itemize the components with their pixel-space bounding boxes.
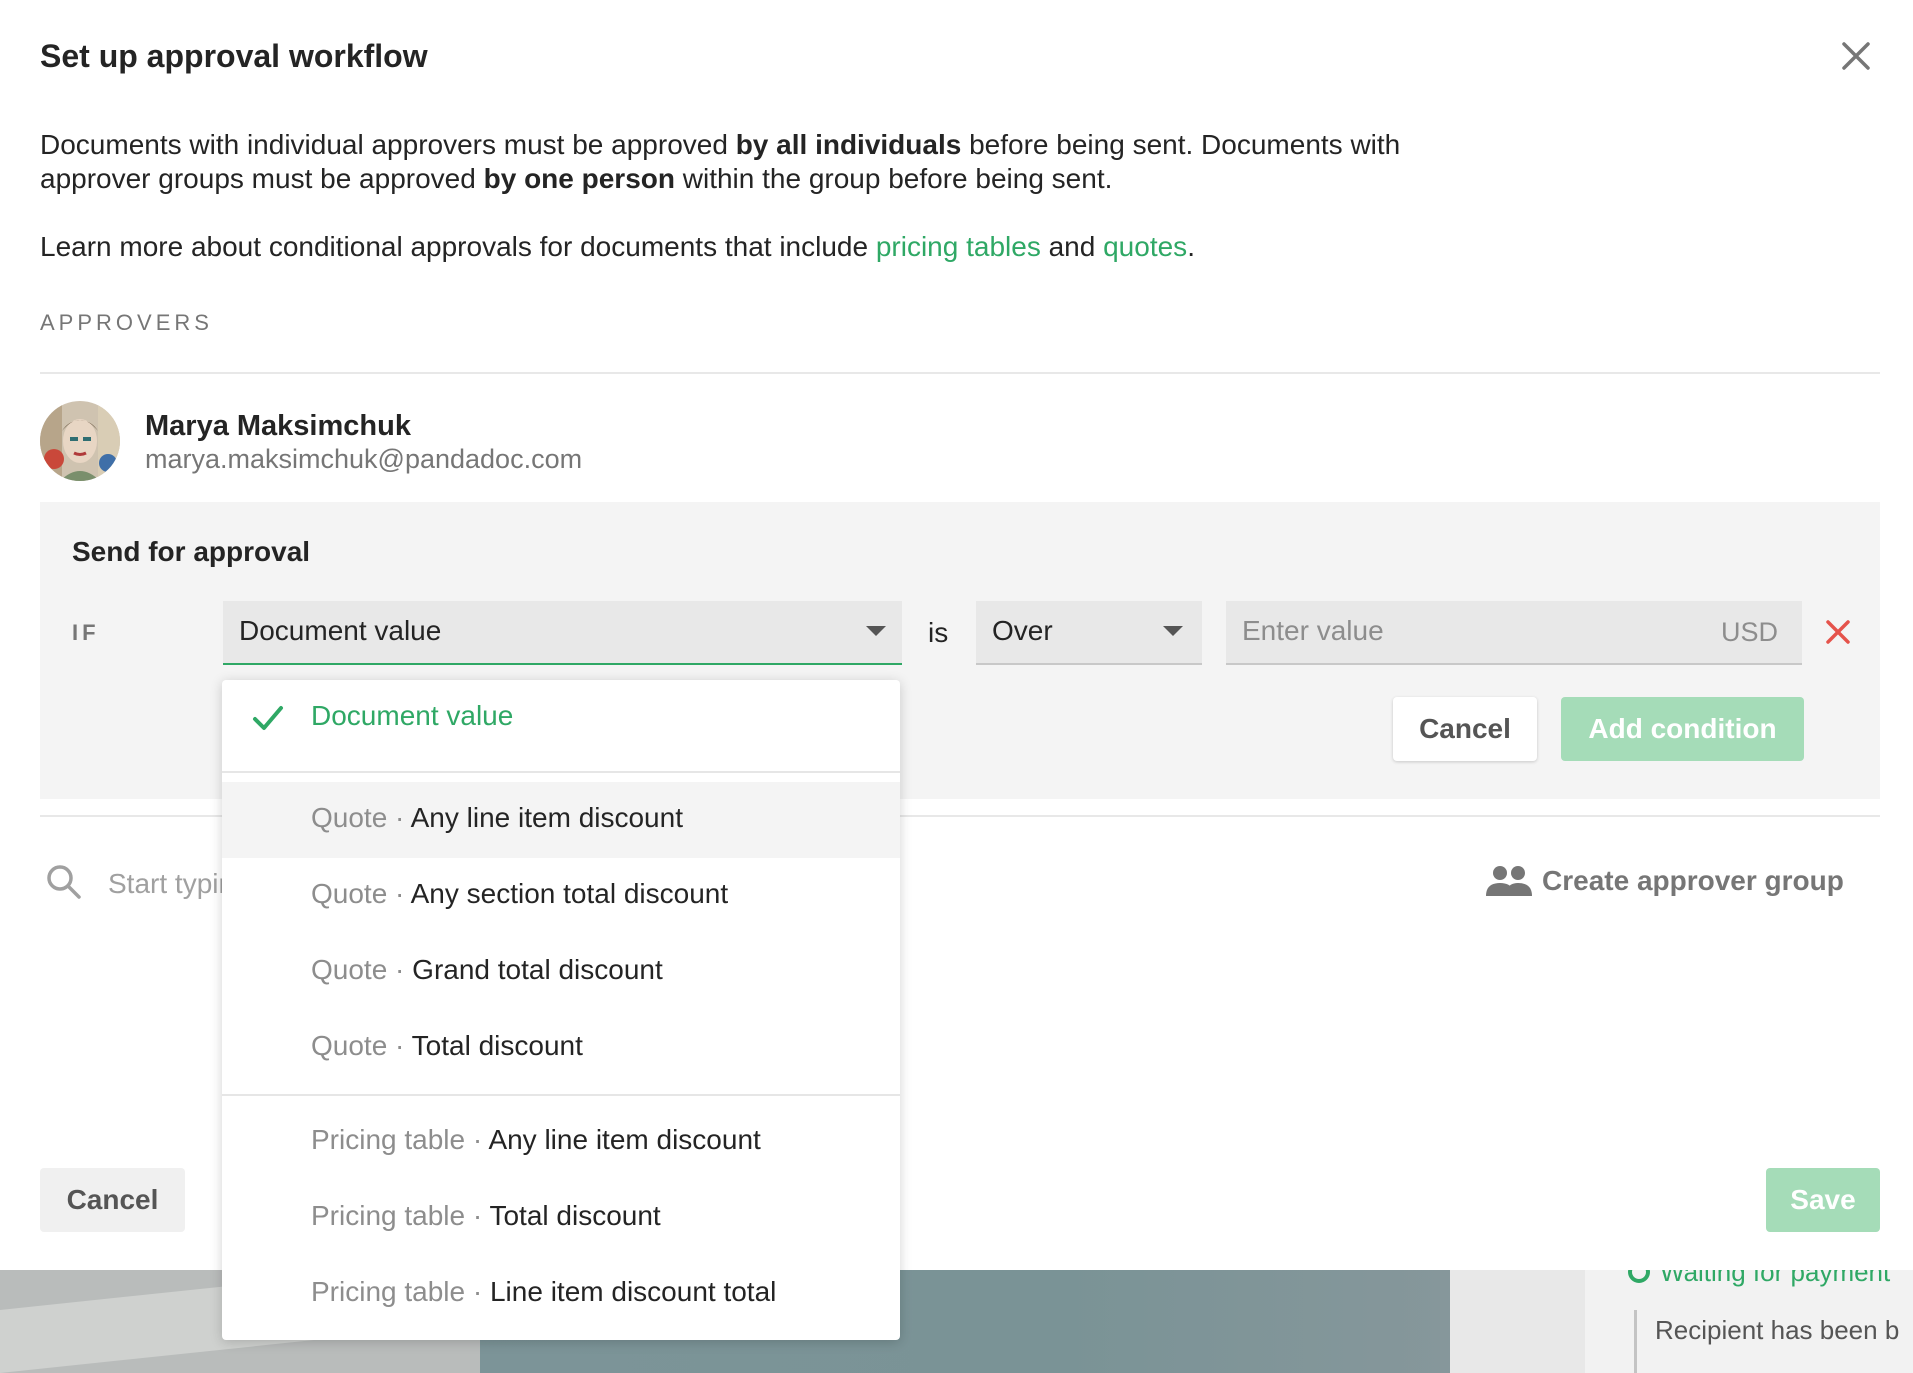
dropdown-divider	[222, 771, 900, 773]
dropdown-item-quote-line-item-discount[interactable]: Quote · Any line item discount	[222, 782, 900, 858]
is-label: is	[928, 617, 949, 648]
checkmark-icon	[253, 706, 283, 730]
dropdown-item-quote-total-discount[interactable]: Quote · Total discount	[222, 1010, 900, 1086]
modal-title: Set up approval workflow	[40, 38, 428, 74]
dropdown-item-pricing-line-item-discount-total[interactable]: Pricing table · Line item discount total	[222, 1256, 900, 1332]
quotes-link[interactable]: quotes	[1103, 231, 1187, 262]
condition-value-input[interactable]: Enter value USD	[1226, 601, 1802, 665]
approvers-section-label: APPROVERS	[40, 310, 213, 335]
approver-search-input[interactable]	[108, 864, 228, 904]
value-placeholder: Enter value	[1242, 615, 1384, 646]
currency-unit: USD	[1720, 617, 1778, 647]
chevron-down-icon	[866, 626, 886, 636]
remove-condition-icon[interactable]	[1822, 616, 1854, 648]
dropdown-item-pricing-line-item-discount[interactable]: Pricing table · Any line item discount	[222, 1104, 900, 1180]
dropdown-item-pricing-total-discount[interactable]: Pricing table · Total discount	[222, 1180, 900, 1256]
create-approver-group-button[interactable]: Create approver group	[1484, 864, 1844, 897]
group-icon	[1486, 866, 1532, 896]
condition-field-dropdown: Document value Quote · Any line item dis…	[222, 680, 900, 1340]
condition-title: Send for approval	[72, 536, 311, 567]
if-label: IF	[72, 620, 100, 645]
dropdown-item-document-value[interactable]: Document value	[222, 680, 900, 756]
dropdown-item-quote-grand-total-discount[interactable]: Quote · Grand total discount	[222, 934, 900, 1010]
cancel-condition-button[interactable]: Cancel	[1393, 697, 1537, 761]
dropdown-item-quote-section-total-discount[interactable]: Quote · Any section total discount	[222, 858, 900, 934]
chevron-down-icon	[1163, 626, 1183, 636]
section-divider	[40, 372, 1880, 374]
approver-email: marya.maksimchuk@pandadoc.com	[145, 444, 583, 474]
cancel-button[interactable]: Cancel	[40, 1168, 185, 1232]
save-button[interactable]: Save	[1766, 1168, 1880, 1232]
approver-name: Marya Maksimchuk	[145, 410, 411, 442]
background-timeline-line	[1634, 1310, 1637, 1373]
pricing-tables-link[interactable]: pricing tables	[876, 231, 1041, 262]
condition-field-value: Document value	[239, 615, 442, 646]
avatar	[40, 401, 120, 481]
dropdown-divider	[222, 1094, 900, 1096]
search-icon	[47, 865, 81, 899]
condition-operator-value: Over	[992, 615, 1053, 646]
add-condition-button[interactable]: Add condition	[1561, 697, 1804, 761]
learn-more-text: Learn more about conditional approvals f…	[40, 231, 1195, 262]
close-icon[interactable]	[1836, 36, 1876, 76]
modal-description: Documents with individual approvers must…	[40, 129, 1401, 194]
condition-field-select[interactable]: Document value	[223, 601, 902, 665]
condition-operator-select[interactable]: Over	[976, 601, 1202, 665]
background-recipient-text: Recipient has been b	[1655, 1315, 1900, 1345]
